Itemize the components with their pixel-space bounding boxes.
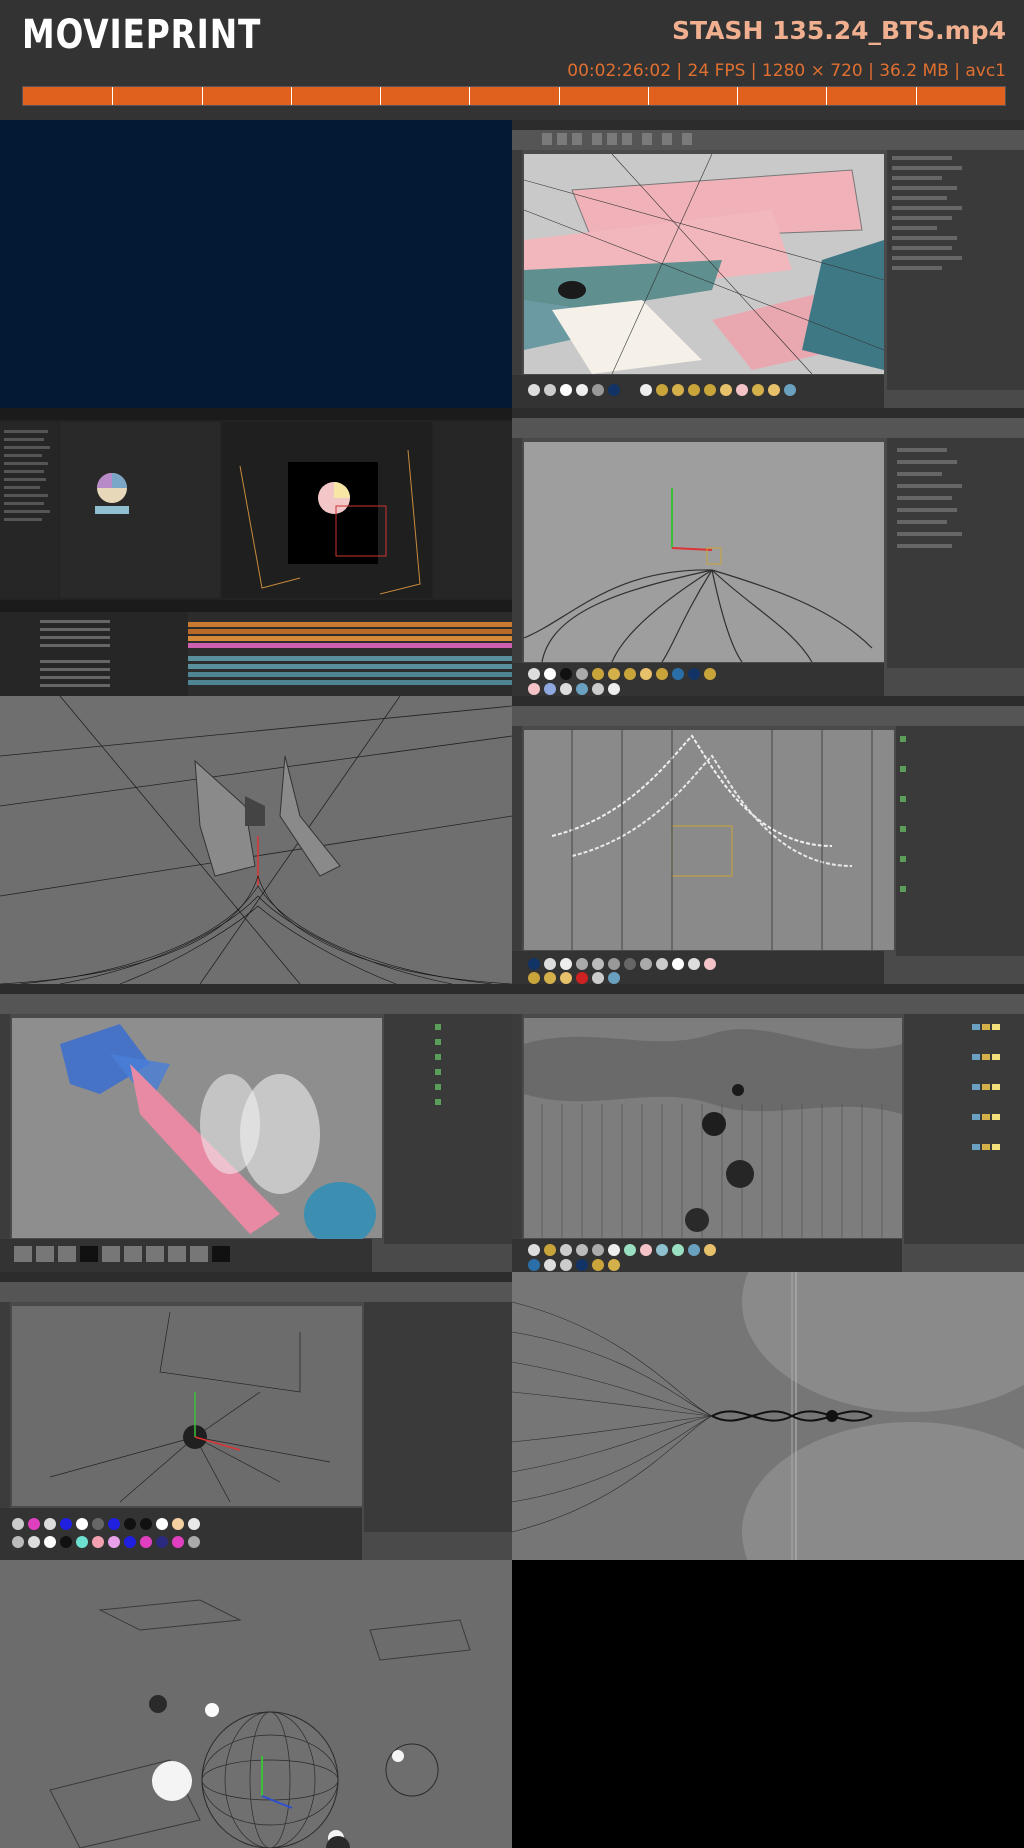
thumbnail-5[interactable] [0, 696, 512, 984]
thumbnail-2[interactable] [512, 120, 1024, 408]
movieprint-header: MOVIEPRINT STASH 135.24_BTS.mp4 00:02:26… [0, 0, 1024, 120]
timeline-tick [647, 87, 649, 105]
timeline-tick [290, 87, 292, 105]
timeline-tick [201, 87, 203, 105]
timeline-tick [112, 87, 114, 105]
thumbnail-12 [512, 1560, 1024, 1848]
thumbnail-grid [0, 120, 1024, 1848]
file-metadata: 00:02:26:02 | 24 FPS | 1280 × 720 | 36.2… [567, 61, 1006, 81]
movieprint-logo: MOVIEPRINT [22, 12, 262, 58]
timeline-tick [469, 87, 471, 105]
timeline-fill [23, 87, 1005, 105]
timeline-tick [558, 87, 560, 105]
thumbnail-11[interactable] [0, 1560, 512, 1848]
thumbnail-10[interactable] [512, 1272, 1024, 1560]
thumbnail-3[interactable] [0, 408, 512, 696]
file-title: STASH 135.24_BTS.mp4 [671, 16, 1006, 45]
thumbnail-1[interactable] [0, 120, 512, 408]
timeline-tick [737, 87, 739, 105]
timeline-bar[interactable] [22, 86, 1006, 106]
thumbnail-6[interactable] [512, 696, 1024, 984]
timeline-tick [826, 87, 828, 105]
timeline-tick [380, 87, 382, 105]
thumbnail-9[interactable] [0, 1272, 512, 1560]
timeline-tick [915, 87, 917, 105]
thumbnail-4[interactable] [512, 408, 1024, 696]
thumbnail-7[interactable] [0, 984, 512, 1272]
thumbnail-8[interactable] [512, 984, 1024, 1272]
